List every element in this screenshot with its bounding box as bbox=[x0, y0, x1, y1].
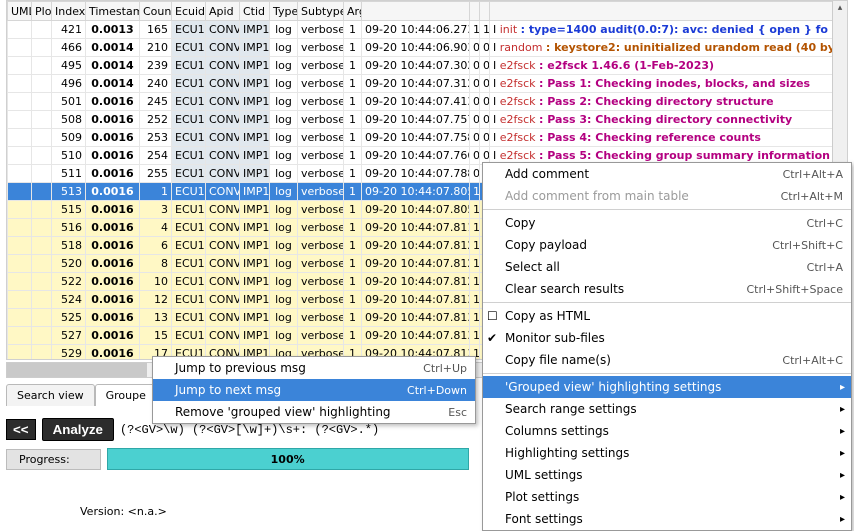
context-menu-main[interactable]: Add commentCtrl+Alt+AAdd comment from ma… bbox=[482, 162, 852, 531]
col-header[interactable] bbox=[470, 2, 480, 21]
menu-item[interactable]: Highlighting settings▸ bbox=[483, 442, 851, 464]
col-header[interactable] bbox=[480, 2, 490, 21]
progress-row: Progress: 100% bbox=[6, 448, 469, 470]
col-header[interactable]: Subtype bbox=[298, 2, 344, 21]
col-header[interactable]: Ecuid bbox=[172, 2, 206, 21]
scroll-up-icon[interactable]: ▴ bbox=[833, 1, 847, 15]
checkbox-icon: ☐ bbox=[487, 309, 498, 323]
submenu-arrow-icon: ▸ bbox=[840, 448, 845, 459]
menu-item: Add comment from main tableCtrl+Alt+M bbox=[483, 185, 851, 207]
table-row[interactable]: 4950.0014239ECU1CONVIMP1logverbose109-20… bbox=[8, 57, 847, 75]
table-row[interactable]: 4960.0014240ECU1CONVIMP1logverbose109-20… bbox=[8, 75, 847, 93]
menu-item[interactable]: Font settings▸ bbox=[483, 508, 851, 530]
menu-item[interactable]: Plot settings▸ bbox=[483, 486, 851, 508]
submenu-arrow-icon: ▸ bbox=[840, 514, 845, 525]
menu-item[interactable]: Clear search resultsCtrl+Shift+Space bbox=[483, 278, 851, 300]
col-header[interactable]: Apid bbox=[206, 2, 240, 21]
col-header[interactable]: Plot bbox=[32, 2, 52, 21]
menu-item[interactable]: Jump to next msgCtrl+Down bbox=[153, 379, 475, 401]
scrollbar-thumb[interactable] bbox=[7, 363, 147, 377]
menu-item[interactable]: CopyCtrl+C bbox=[483, 212, 851, 234]
view-tabs: Search view Groupe bbox=[6, 384, 157, 406]
tab-grouped-view[interactable]: Groupe bbox=[95, 384, 157, 406]
checkbox-icon: ✔ bbox=[487, 331, 497, 345]
context-menu-jump[interactable]: Jump to previous msgCtrl+UpJump to next … bbox=[152, 356, 476, 424]
table-row[interactable]: 4660.0014210ECU1CONVIMP1logverbose109-20… bbox=[8, 39, 847, 57]
menu-item[interactable]: Columns settings▸ bbox=[483, 420, 851, 442]
submenu-arrow-icon: ▸ bbox=[840, 382, 845, 393]
menu-item[interactable]: ✔Monitor sub-files bbox=[483, 327, 851, 349]
table-row[interactable]: 5010.0016245ECU1CONVIMP1logverbose109-20… bbox=[8, 93, 847, 111]
regex-display: (?<GV>\w) (?<GV>[\w]+)\s+: (?<GV>.*) bbox=[120, 423, 379, 437]
tab-search-view[interactable]: Search view bbox=[6, 384, 95, 406]
col-header[interactable]: Timestamp bbox=[86, 2, 140, 21]
back-button[interactable]: << bbox=[6, 419, 36, 440]
menu-item[interactable]: Jump to previous msgCtrl+Up bbox=[153, 357, 475, 379]
table-row[interactable]: 5090.0016253ECU1CONVIMP1logverbose109-20… bbox=[8, 129, 847, 147]
col-header[interactable] bbox=[490, 2, 847, 21]
col-header[interactable]: UML bbox=[8, 2, 32, 21]
submenu-arrow-icon: ▸ bbox=[840, 492, 845, 503]
col-header[interactable]: Args bbox=[344, 2, 362, 21]
menu-item[interactable]: Search range settings▸ bbox=[483, 398, 851, 420]
menu-item[interactable]: Copy payloadCtrl+Shift+C bbox=[483, 234, 851, 256]
menu-item[interactable]: Remove 'grouped view' highlightingEsc bbox=[153, 401, 475, 423]
col-header[interactable]: Count bbox=[140, 2, 172, 21]
col-header[interactable]: Type bbox=[270, 2, 298, 21]
submenu-arrow-icon: ▸ bbox=[840, 470, 845, 481]
menu-item[interactable]: UML settings▸ bbox=[483, 464, 851, 486]
submenu-arrow-icon: ▸ bbox=[840, 426, 845, 437]
menu-item[interactable]: 'Grouped view' highlighting settings▸ bbox=[483, 376, 851, 398]
col-header[interactable]: Ctid bbox=[240, 2, 270, 21]
menu-item[interactable]: Add commentCtrl+Alt+A bbox=[483, 163, 851, 185]
col-header[interactable]: Index bbox=[52, 2, 86, 21]
menu-item[interactable]: Copy file name(s)Ctrl+Alt+C bbox=[483, 349, 851, 371]
submenu-arrow-icon: ▸ bbox=[840, 404, 845, 415]
menu-item[interactable]: ☐Copy as HTML bbox=[483, 305, 851, 327]
analyze-button[interactable]: Analyze bbox=[42, 418, 114, 441]
table-row[interactable]: 4210.0013165ECU1CONVIMP1logverbose109-20… bbox=[8, 21, 847, 39]
table-row[interactable]: 5080.0016252ECU1CONVIMP1logverbose109-20… bbox=[8, 111, 847, 129]
progress-bar: 100% bbox=[107, 448, 469, 470]
col-header[interactable] bbox=[362, 2, 470, 21]
menu-item[interactable]: Select allCtrl+A bbox=[483, 256, 851, 278]
progress-label: Progress: bbox=[6, 449, 101, 470]
